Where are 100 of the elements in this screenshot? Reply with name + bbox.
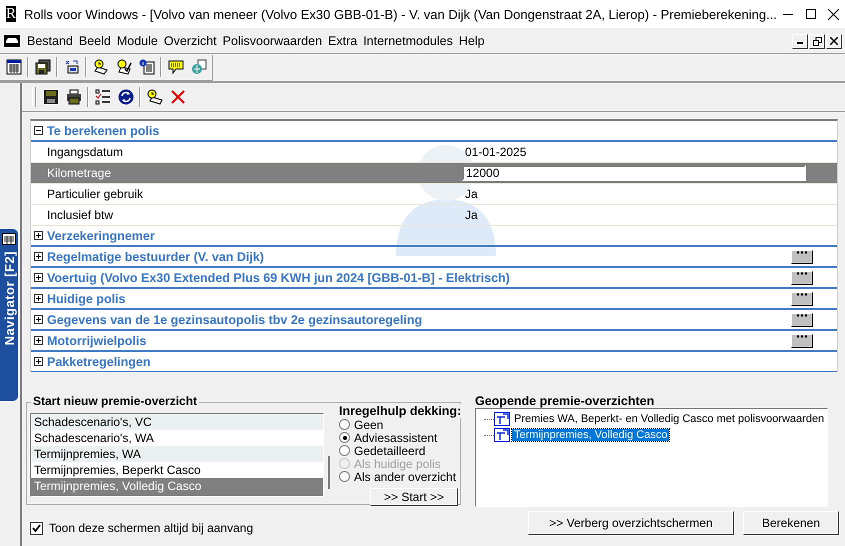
menu-item[interactable]: Extra: [325, 34, 360, 48]
collapse-icon[interactable]: [34, 126, 43, 135]
property-row[interactable]: Inclusief btw Ja: [31, 205, 837, 226]
section-title[interactable]: Voertuig (Volvo Ex30 Extended Plus 69 KWH jun 2024 [GBB-01-B] - Elektrisch): [47, 270, 510, 284]
list-item[interactable]: Schadescenario's, WA: [31, 430, 323, 446]
section-title[interactable]: Verzekeringnemer: [47, 228, 155, 242]
radio-button[interactable]: [339, 471, 350, 482]
details-button[interactable]: [791, 292, 813, 306]
menu-item[interactable]: Internetmodules: [360, 34, 456, 48]
tree-item[interactable]: Termijnpremies, Volledig Casco: [512, 429, 670, 441]
list-item[interactable]: Schadescenario's, VC: [31, 414, 323, 430]
menu-item[interactable]: Help: [456, 34, 488, 48]
window-title: Rolls voor Windows - [Volvo van meneer (Volvo Ex30 GBB-01-B) - V. van Dijk (Van Dongenstraat 2A, Lierop) - Premieberekening...: [24, 6, 777, 22]
navigator-tab[interactable]: Navigator [F2]: [0, 229, 18, 401]
section-title[interactable]: Huidige polis: [47, 292, 126, 306]
details-button[interactable]: [791, 312, 813, 326]
menu-item[interactable]: Overzicht: [160, 34, 220, 48]
section-header[interactable]: Voertuig (Volvo Ex30 Extended Plus 69 KWH jun 2024 [GBB-01-B] - Elektrisch): [31, 268, 837, 289]
radio-label[interactable]: Gedetailleerd: [354, 444, 426, 458]
ellipsis-icon: [796, 314, 808, 316]
expand-icon[interactable]: [34, 252, 43, 261]
expand-icon[interactable]: [34, 273, 43, 282]
tree-item[interactable]: Premies WA, Beperkt- en Volledig Casco met polisvoorwaarden: [512, 413, 826, 425]
details-button[interactable]: [791, 250, 813, 264]
menu-item[interactable]: Polisvoorwaarden: [220, 34, 326, 48]
hide-overviews-button[interactable]: >> Verberg overzichtschermen: [528, 511, 734, 535]
clock-note-icon[interactable]: [92, 59, 108, 75]
spreadsheet-icon: [2, 233, 16, 245]
field-label: Kilometrage: [46, 166, 112, 180]
section-header[interactable]: Huidige polis: [31, 289, 837, 310]
section-header[interactable]: Gegevens van de 1e gezinsautopolis tbv 2e gezinsautoregeling: [31, 310, 837, 331]
section-title[interactable]: Gegevens van de 1e gezinsautopolis tbv 2e gezinsautoregeling: [47, 312, 422, 326]
input-field[interactable]: 12000: [462, 165, 806, 181]
field-value: Ja: [464, 187, 478, 201]
ellipsis-icon: [796, 334, 808, 338]
section-title[interactable]: Pakketregelingen: [47, 354, 151, 368]
section-title[interactable]: Te berekenen polis: [47, 124, 160, 138]
save-icon[interactable]: [42, 89, 58, 105]
maximize-icon[interactable]: [806, 9, 816, 19]
restore-icon[interactable]: [809, 34, 825, 48]
section-header[interactable]: Verzekeringnemer: [31, 226, 837, 247]
section-header[interactable]: Motorrijwielpolis: [31, 331, 837, 352]
radio-button[interactable]: [339, 445, 350, 456]
checklist-icon[interactable]: [94, 89, 110, 105]
list-item[interactable]: Termijnpremies, Volledig Casco: [31, 478, 323, 494]
car-icon[interactable]: [4, 35, 20, 47]
section-label: Geopende premie-overzichten: [475, 394, 656, 408]
property-row[interactable]: Particulier gebruik Ja: [31, 184, 837, 205]
property-row[interactable]: Kilometrage 12000: [31, 163, 837, 184]
expand-icon[interactable]: [34, 315, 43, 324]
checkbox-label[interactable]: Toon deze schermen altijd bij aanvang: [49, 521, 254, 535]
clock-check-icon[interactable]: [116, 59, 132, 75]
spreadsheet-icon[interactable]: [6, 59, 22, 75]
scrollbar-thumb[interactable]: [328, 456, 330, 489]
section-header[interactable]: Regelmatige bestuurder (V. van Dijk): [31, 247, 837, 268]
expand-icon[interactable]: [34, 231, 43, 240]
field-value: Ja: [464, 208, 478, 222]
delete-icon[interactable]: [170, 89, 186, 105]
ellipsis-icon: [796, 250, 808, 254]
field-label: Inclusief btw: [46, 208, 114, 222]
menu-item[interactable]: Module: [114, 34, 161, 48]
radio-group-title: Inregelhulp dekking:: [339, 404, 462, 418]
start-button[interactable]: >> Start >>: [370, 488, 458, 506]
close-icon[interactable]: [828, 8, 840, 20]
field-value: 01-01-2025: [464, 145, 526, 159]
ellipsis-icon: [796, 292, 808, 296]
radio-label[interactable]: Adviesassistent: [354, 430, 438, 444]
checkbox[interactable]: [30, 522, 43, 534]
floppy-disk-icon[interactable]: [34, 59, 50, 75]
expand-icon[interactable]: [34, 294, 43, 303]
field-label: Ingangsdatum: [46, 145, 124, 159]
document-icon: [494, 412, 510, 426]
minimize-icon[interactable]: [792, 34, 808, 48]
field-label: Particulier gebruik: [46, 187, 144, 201]
radio-label[interactable]: Als ander overzicht: [354, 470, 456, 484]
section-header[interactable]: Te berekenen polis: [31, 121, 837, 142]
clock-tag-icon[interactable]: [146, 89, 162, 105]
app-logo: R: [6, 6, 16, 22]
speech-bubble-icon[interactable]: [168, 59, 184, 75]
radio-button[interactable]: [339, 419, 350, 430]
menu-item[interactable]: Bestand: [24, 34, 76, 48]
menu-item[interactable]: Beeld: [76, 34, 114, 48]
list-item[interactable]: Termijnpremies, WA: [31, 446, 323, 462]
radio-button[interactable]: [339, 432, 350, 443]
section-title[interactable]: Regelmatige bestuurder (V. van Dijk): [47, 250, 264, 264]
info-document-icon[interactable]: [138, 59, 154, 75]
printer-icon[interactable]: [66, 89, 82, 105]
expand-icon[interactable]: [34, 357, 43, 366]
document-icon: [494, 428, 510, 442]
expand-icon[interactable]: [34, 336, 43, 345]
details-button[interactable]: [791, 334, 813, 348]
calculate-button[interactable]: Berekenen: [743, 511, 839, 535]
ellipsis-icon: [796, 272, 808, 274]
list-item[interactable]: Termijnpremies, Beperkt Casco: [31, 462, 323, 478]
radio-label[interactable]: Geen: [354, 418, 384, 432]
details-button[interactable]: [791, 270, 813, 284]
group-title: Start nieuw premie-overzicht: [31, 394, 200, 408]
refresh-icon[interactable]: [118, 89, 134, 105]
section-title[interactable]: Motorrijwielpolis: [47, 334, 146, 348]
section-header[interactable]: Pakketregelingen: [31, 352, 837, 372]
